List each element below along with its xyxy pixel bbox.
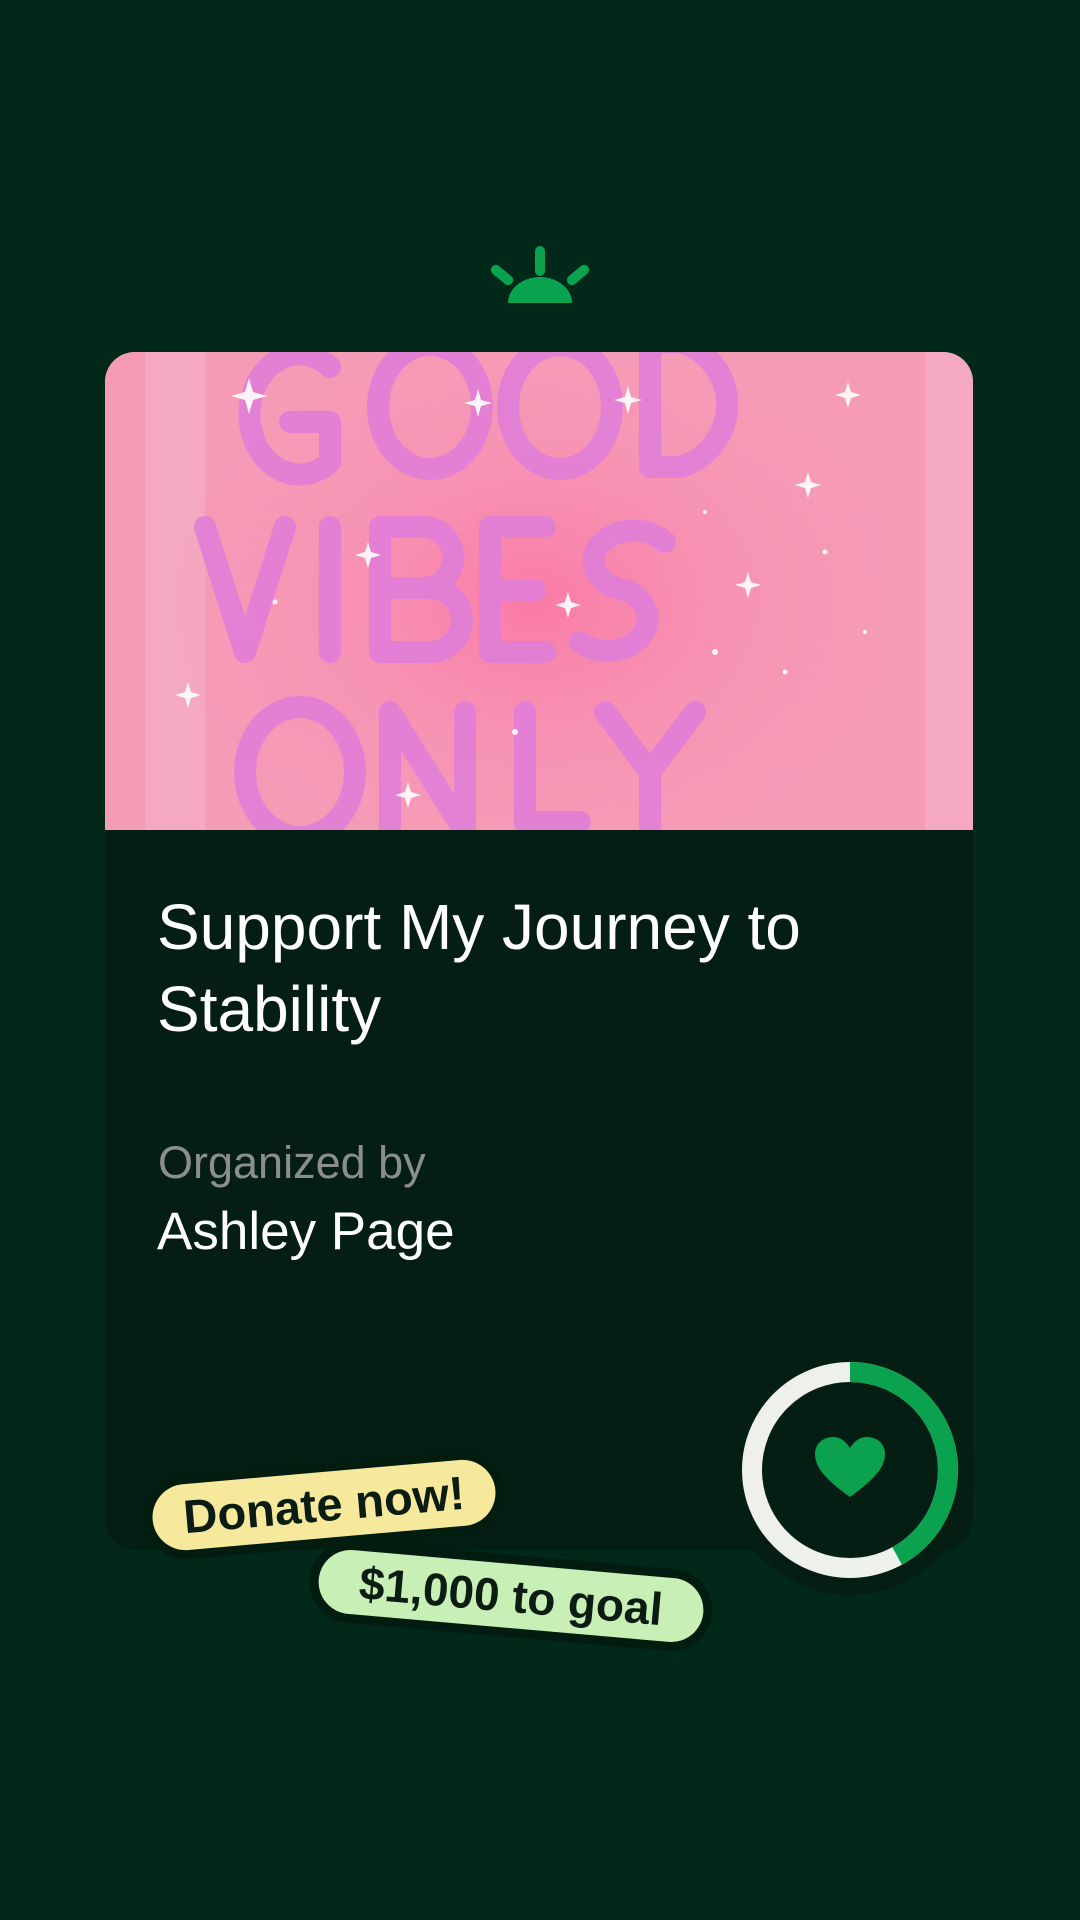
organized-by-label: Organized by <box>158 1137 426 1188</box>
organizer-name[interactable]: Ashley Page <box>157 1200 455 1264</box>
sunrise-logo-icon <box>480 240 600 310</box>
goal-remaining-badge: $1,000 to goal <box>315 1547 707 1645</box>
donation-progress-ring[interactable] <box>725 1345 975 1595</box>
fundraiser-cover-image <box>105 352 973 830</box>
fundraiser-title: Support My Journey to Stability <box>157 891 801 1045</box>
heart-icon <box>815 1437 885 1499</box>
